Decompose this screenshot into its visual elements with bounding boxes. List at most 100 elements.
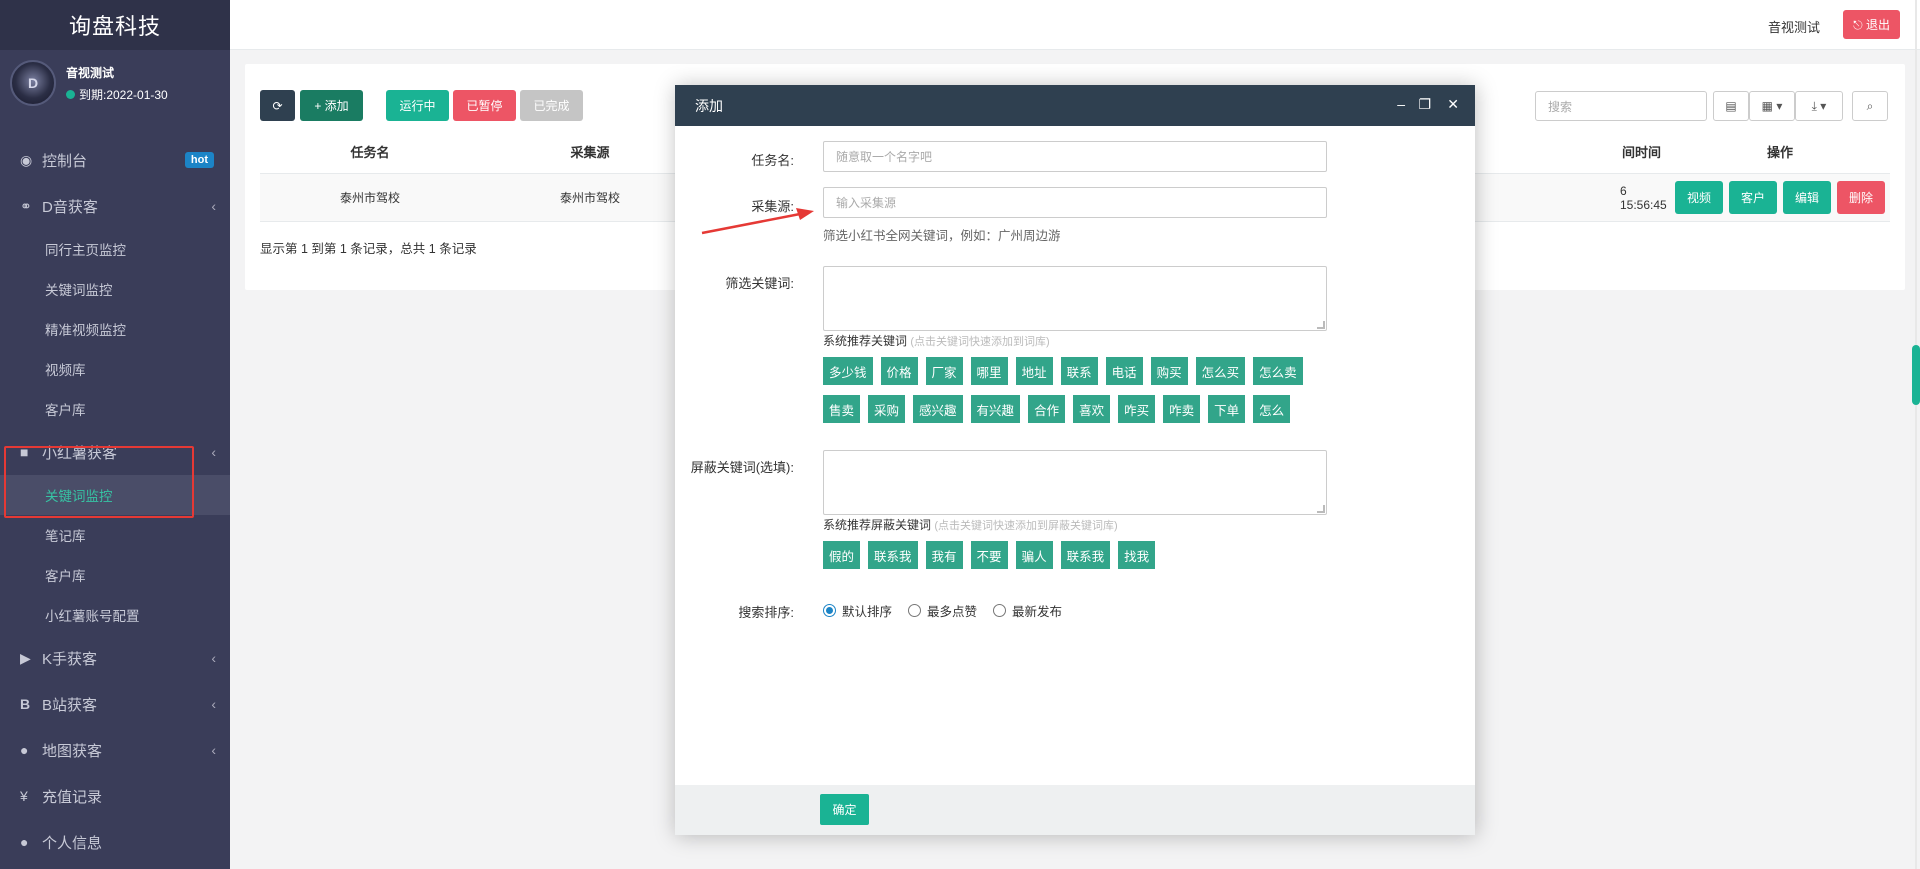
logout-icon: ⎋	[1853, 18, 1866, 32]
filter-tags-row2: 售卖 采购 感兴趣 有兴趣 合作 喜欢 咋买 咋卖 下单 怎么	[823, 395, 1298, 423]
sidebar-subitem-customer-library[interactable]: 客户库	[0, 389, 230, 429]
sidebar-subitem-xhs-keyword-monitor[interactable]: 关键词监控	[0, 475, 230, 515]
keyword-tag[interactable]: 联系	[1060, 357, 1098, 385]
sidebar-subitem-xhs-account-config[interactable]: 小红薯账号配置	[0, 595, 230, 635]
cell-actions: 视频 客户 编辑 删除	[1670, 181, 1890, 214]
keyword-tag[interactable]: 怎么卖	[1253, 357, 1303, 385]
add-button[interactable]: + 添加	[300, 90, 363, 121]
block-keyword-tag[interactable]: 骗人	[1015, 541, 1053, 569]
keyword-tag[interactable]: 厂家	[925, 357, 963, 385]
sidebar-item-bilibili[interactable]: B B站获客 ‹	[0, 681, 230, 727]
sidebar-item-label: 充值记录	[42, 788, 103, 806]
columns-button[interactable]: ▦ ▾	[1749, 91, 1795, 121]
sort-newest-label[interactable]: 最新发布	[1012, 601, 1062, 620]
col-header-source[interactable]: 采集源	[480, 142, 700, 161]
block-keyword-tag[interactable]: 联系我	[868, 541, 918, 569]
sidebar-item-map[interactable]: ● 地图获客 ‹	[0, 727, 230, 773]
logout-button[interactable]: ⎋ 退出	[1843, 10, 1900, 39]
sidebar-subitem-keyword-monitor[interactable]: 关键词监控	[0, 269, 230, 309]
refresh-icon: ⟳	[272, 98, 283, 113]
minimize-icon[interactable]: –	[1397, 97, 1405, 111]
sort-most-liked-label[interactable]: 最多点赞	[927, 601, 977, 620]
logout-label: 退出	[1865, 18, 1890, 32]
chevron-left-icon: ‹	[211, 742, 216, 758]
source-help-text: 筛选小红书全网关键词，例如：广州周边游	[823, 229, 1061, 243]
top-username[interactable]: 音视测试	[1768, 17, 1820, 36]
avatar[interactable]: D	[10, 60, 56, 106]
sidebar-item-kuaishou[interactable]: ▶ K手获客 ‹	[0, 635, 230, 681]
sidebar-subitem-video-monitor[interactable]: 精准视频监控	[0, 309, 230, 349]
customer-button[interactable]: 客户	[1728, 181, 1777, 214]
task-name-input[interactable]: 随意取一个名字吧	[823, 141, 1327, 172]
keyword-tag[interactable]: 地址	[1015, 357, 1053, 385]
search-button[interactable]: ⌕	[1852, 91, 1888, 121]
sidebar-item-dashboard[interactable]: ◉ 控制台 hot	[0, 137, 230, 183]
page-scrollbar[interactable]	[1912, 345, 1920, 405]
expire-date: 到期:2022-01-30	[79, 87, 168, 102]
keyword-tag[interactable]: 合作	[1028, 395, 1066, 423]
cell-source: 泰州市驾校	[559, 191, 620, 205]
keyword-tag[interactable]: 咋卖	[1163, 395, 1201, 423]
sort-default-label[interactable]: 默认排序	[842, 601, 892, 620]
book-icon: ■	[20, 444, 29, 460]
resize-handle[interactable]	[1317, 321, 1325, 329]
block-keyword-tag[interactable]: 不要	[970, 541, 1008, 569]
page-scroll-track[interactable]	[1915, 0, 1917, 869]
sidebar-subitem-peer-monitor[interactable]: 同行主页监控	[0, 229, 230, 269]
filter-running-button[interactable]: 运行中	[386, 90, 449, 121]
keyword-tag[interactable]: 价格	[880, 357, 918, 385]
video-button[interactable]: 视频	[1674, 181, 1723, 214]
block-tags-row: 假的 联系我 我有 不要 骗人 联系我 找我	[823, 541, 1163, 569]
block-keyword-tag[interactable]: 假的	[823, 541, 861, 569]
block-keywords-textarea[interactable]	[823, 450, 1327, 515]
col-header-actions: 操作	[1766, 145, 1793, 160]
keyword-tag[interactable]: 售卖	[823, 395, 861, 423]
sidebar-item-xiaohongshu[interactable]: ■ 小红薯获客 ‹	[0, 429, 230, 475]
keyword-tag[interactable]: 多少钱	[823, 357, 873, 385]
refresh-button[interactable]: ⟳	[260, 90, 295, 121]
keyword-tag[interactable]: 怎么	[1253, 395, 1291, 423]
sidebar-item-label: K手获客	[42, 650, 98, 668]
block-keyword-tag[interactable]: 联系我	[1060, 541, 1111, 569]
block-keyword-tag[interactable]: 找我	[1118, 541, 1156, 569]
keyword-tag[interactable]: 感兴趣	[913, 395, 963, 423]
block-keyword-tag[interactable]: 我有	[925, 541, 963, 569]
keyword-tag[interactable]: 购买	[1150, 357, 1188, 385]
dashboard-icon: ◉	[20, 151, 33, 168]
sidebar: 询盘科技 D 音视测试 到期:2022-01-30 ◉ 控制台 hot ⚭ D音…	[0, 0, 230, 869]
sidebar-subitem-video-library[interactable]: 视频库	[0, 349, 230, 389]
sidebar-subitem-notes-library[interactable]: 笔记库	[0, 515, 230, 555]
resize-handle[interactable]	[1317, 505, 1325, 513]
search-input[interactable]: 搜索	[1535, 91, 1707, 121]
sort-default-radio[interactable]	[823, 604, 836, 617]
maximize-icon[interactable]: ❐	[1418, 97, 1431, 111]
sidebar-item-profile[interactable]: ● 个人信息	[0, 819, 230, 865]
keyword-tag[interactable]: 喜欢	[1073, 395, 1111, 423]
list-icon: ▤	[1725, 99, 1737, 113]
sidebar-item-recharge[interactable]: ¥ 充值记录	[0, 773, 230, 819]
confirm-button[interactable]: 确定	[820, 794, 869, 825]
sidebar-item-douyin[interactable]: ⚭ D音获客 ‹	[0, 183, 230, 229]
keyword-tag[interactable]: 哪里	[970, 357, 1008, 385]
sort-newest-radio[interactable]	[993, 604, 1007, 617]
add-task-modal: 添加 – ❐ ✕ 任务名: 随意取一个名字吧 采集源: 输入采集源 筛选小红书全…	[675, 85, 1475, 835]
delete-button[interactable]: 删除	[1837, 181, 1886, 214]
keyword-tag[interactable]: 电话	[1105, 357, 1143, 385]
toggle-view-button[interactable]: ▤	[1713, 91, 1749, 121]
export-button[interactable]: ⤓ ▾	[1795, 91, 1843, 121]
edit-button[interactable]: 编辑	[1783, 181, 1832, 214]
keyword-tag[interactable]: 有兴趣	[970, 395, 1021, 423]
keyword-tag[interactable]: 咋买	[1118, 395, 1156, 423]
keyword-tag[interactable]: 怎么买	[1195, 357, 1246, 385]
add-label: 添加	[324, 99, 349, 113]
keyword-tag[interactable]: 下单	[1208, 395, 1246, 423]
source-input[interactable]: 输入采集源	[823, 187, 1327, 218]
filter-paused-button[interactable]: 已暂停	[453, 90, 516, 121]
col-header-task[interactable]: 任务名	[260, 142, 480, 161]
filter-done-button[interactable]: 已完成	[520, 90, 583, 121]
keyword-tag[interactable]: 采购	[868, 395, 906, 423]
close-icon[interactable]: ✕	[1447, 97, 1459, 111]
filter-keywords-textarea[interactable]	[823, 266, 1327, 331]
sidebar-subitem-xhs-customer-library[interactable]: 客户库	[0, 555, 230, 595]
sort-most-liked-radio[interactable]	[908, 604, 922, 617]
